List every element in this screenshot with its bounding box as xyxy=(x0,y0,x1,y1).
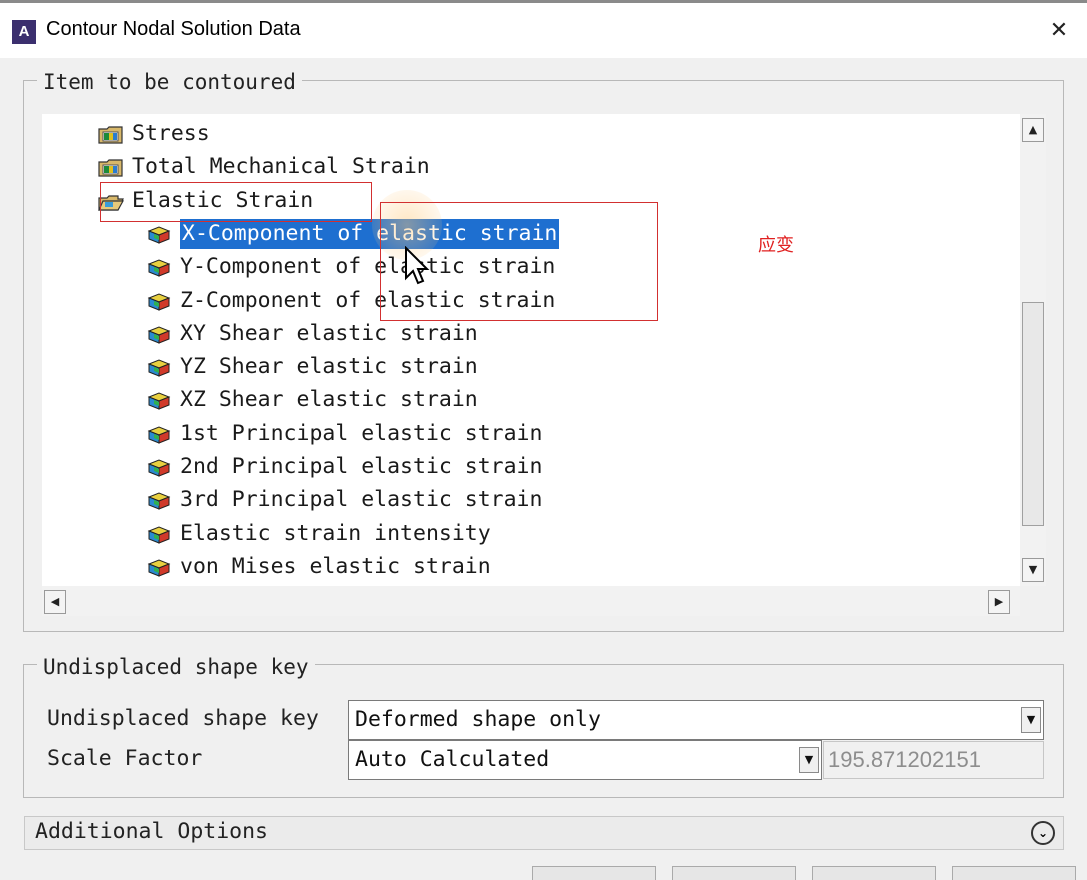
shape-key-select[interactable]: Deformed shape only ▼ xyxy=(348,700,1044,740)
scroll-up-icon[interactable]: ▲ xyxy=(1022,118,1044,142)
tree-item-label: 2nd Principal elastic strain xyxy=(180,454,543,479)
title-bar: A Contour Nodal Solution Data ✕ xyxy=(0,0,1087,58)
mouse-cursor-icon xyxy=(405,246,430,285)
tree-category-label: Total Mechanical Strain xyxy=(132,154,430,180)
tree-item-label: YZ Shear elastic strain xyxy=(180,354,478,380)
chevron-down-icon[interactable]: ▼ xyxy=(799,747,819,773)
tree-horizontal-scrollbar[interactable]: ◀ ▶ xyxy=(42,586,1020,616)
scale-factor-select[interactable]: Auto Calculated ▼ xyxy=(348,740,822,780)
additional-options-bar[interactable]: Additional Options ⌄ xyxy=(24,816,1064,850)
item-group-legend: Item to be contoured xyxy=(37,70,302,94)
expand-chevron-icon[interactable]: ⌄ xyxy=(1031,821,1055,845)
scroll-down-icon[interactable]: ▼ xyxy=(1022,558,1044,582)
shape-key-label: Undisplaced shape key xyxy=(47,706,319,731)
tree-item-label: 3rd Principal elastic strain xyxy=(180,487,543,513)
scale-factor-number: 195.871202151 xyxy=(823,741,1044,779)
tree-item-label: 1st Principal elastic strain xyxy=(180,420,543,446)
additional-options-label: Additional Options xyxy=(35,819,268,844)
tree-item-label: XZ Shear elastic strain xyxy=(180,387,478,413)
window-title: Contour Nodal Solution Data xyxy=(46,18,301,40)
tree-item-label: XY Shear elastic strain xyxy=(180,320,478,346)
tree-item-label: von Mises elastic strain xyxy=(180,553,491,579)
app-icon: A xyxy=(12,20,36,44)
tree-item-label: Elastic strain intensity xyxy=(180,520,491,546)
scroll-thumb[interactable] xyxy=(1022,302,1044,526)
tree-vertical-scrollbar[interactable]: ▲ ▼ xyxy=(1020,114,1046,586)
scroll-left-icon[interactable]: ◀ xyxy=(44,590,66,614)
scale-factor-label: Scale Factor xyxy=(47,746,203,771)
shape-key-value: Deformed shape only xyxy=(355,707,601,732)
chevron-down-icon[interactable]: ▼ xyxy=(1021,707,1041,733)
scale-factor-value: Auto Calculated xyxy=(355,747,550,772)
annotation-box-category xyxy=(100,182,372,222)
close-icon: ✕ xyxy=(1049,18,1069,43)
annotation-label: 应变 xyxy=(758,235,794,256)
scroll-right-icon[interactable]: ▶ xyxy=(988,590,1010,614)
undisplaced-group-legend: Undisplaced shape key xyxy=(37,655,315,679)
close-button[interactable]: ✕ xyxy=(1045,17,1073,45)
tree-category-label: Stress xyxy=(132,121,210,146)
